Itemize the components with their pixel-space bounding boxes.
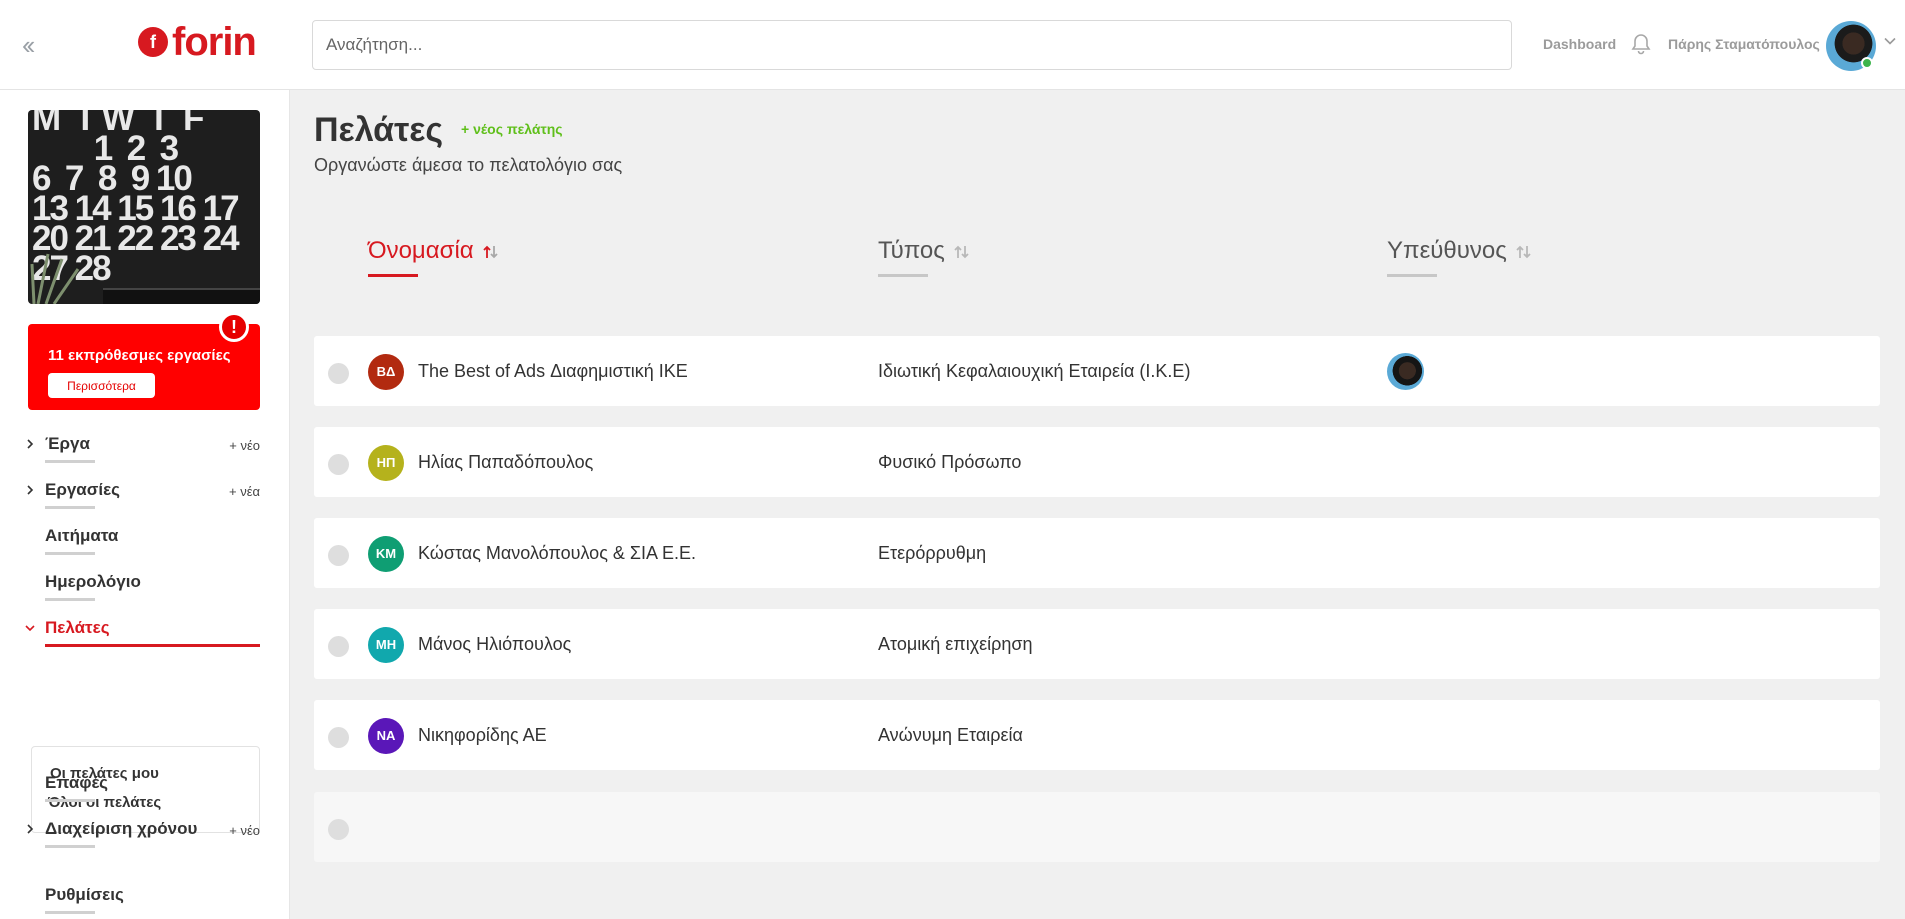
row-checkbox[interactable] bbox=[328, 454, 349, 475]
online-status-icon bbox=[1861, 57, 1873, 69]
client-name[interactable]: Κώστας Μανολόπουλος & ΣΙΑ Ε.Ε. bbox=[418, 543, 696, 564]
chevron-right-icon bbox=[27, 824, 34, 834]
sidebar-item-label: Εργασίες bbox=[45, 480, 121, 499]
user-name[interactable]: Πάρης Σταματόπουλος bbox=[1668, 36, 1820, 52]
sidebar-item-underline bbox=[45, 911, 95, 914]
more-button[interactable]: Περισσότερα bbox=[48, 373, 155, 398]
chevron-right-icon bbox=[27, 439, 34, 449]
client-initials-avatar: ΚΜ bbox=[368, 536, 404, 572]
sidebar-item-label: Ημερολόγιο bbox=[45, 572, 141, 591]
logo-text: forin bbox=[172, 20, 257, 64]
table-row[interactable]: ΚΜ Κώστας Μανολόπουλος & ΣΙΑ Ε.Ε. Ετερόρ… bbox=[314, 518, 1880, 588]
client-type: Ατομική επιχείρηση bbox=[878, 634, 1033, 654]
sidebar-item-calendar[interactable]: Ημερολόγιο bbox=[0, 564, 289, 604]
row-checkbox[interactable] bbox=[328, 363, 349, 384]
page-subtitle: Οργανώστε άμεσα το πελατολόγιο σας bbox=[314, 155, 623, 175]
chevron-down-icon bbox=[25, 625, 35, 632]
client-name[interactable]: Ηλίας Παπαδόπουλος bbox=[418, 452, 593, 473]
column-header-underline bbox=[368, 274, 418, 277]
column-header-name[interactable]: Όνομασία bbox=[368, 237, 500, 277]
calendar-image-screen bbox=[103, 288, 260, 304]
client-type: Ιδιωτική Κεφαλαιουχική Εταιρεία (Ι.Κ.Ε) bbox=[878, 361, 1191, 381]
sidebar-item-label: Διαχείριση χρόνου bbox=[45, 819, 198, 838]
sidebar-item-projects[interactable]: Έργα + νέο bbox=[0, 426, 289, 466]
chevron-right-icon bbox=[27, 485, 34, 495]
sidebar-item-underline bbox=[45, 799, 95, 802]
client-initials-avatar: ΒΔ bbox=[368, 354, 404, 390]
owner-avatar[interactable] bbox=[1387, 353, 1424, 390]
dashboard-link[interactable]: Dashboard bbox=[1543, 36, 1616, 52]
new-task-button[interactable]: + νέα bbox=[229, 484, 260, 499]
new-client-button[interactable]: + νέος πελάτης bbox=[461, 121, 563, 137]
column-header-label: Τύπος bbox=[878, 237, 945, 264]
plant-graphic bbox=[30, 253, 80, 304]
sidebar-item-time-management[interactable]: Διαχείριση χρόνου + νέο bbox=[0, 811, 289, 851]
client-name[interactable]: Μάνος Ηλιόπουλος bbox=[418, 634, 571, 655]
sidebar-item-label: Επαφές bbox=[45, 773, 109, 792]
logo-mark: f bbox=[138, 27, 168, 57]
sidebar: M T W T F 1 2 3 6 7 8 9 10 13 14 15 16 1… bbox=[0, 90, 290, 919]
page-title: Πελάτες bbox=[314, 111, 444, 149]
sidebar-item-underline bbox=[45, 845, 95, 848]
sidebar-item-label: Πελάτες bbox=[45, 618, 110, 637]
client-type: Ανώνυμη Εταιρεία bbox=[878, 725, 1023, 745]
column-header-underline bbox=[878, 274, 928, 277]
sidebar-item-underline bbox=[45, 506, 95, 509]
client-name[interactable]: The Best of Ads Διαφημιστική ΙΚΕ bbox=[418, 361, 688, 382]
sidebar-item-requests[interactable]: Αιτήματα bbox=[0, 518, 289, 558]
sidebar-item-settings[interactable]: Ρυθμίσεις bbox=[0, 877, 289, 917]
search-input[interactable] bbox=[312, 20, 1512, 70]
client-initials-avatar: ΜΗ bbox=[368, 627, 404, 663]
sort-icon[interactable] bbox=[953, 242, 971, 262]
double-chevron-left-icon[interactable]: ‹‹ bbox=[22, 32, 35, 58]
table-row[interactable]: ΒΔ The Best of Ads Διαφημιστική ΙΚΕ Ιδιω… bbox=[314, 336, 1880, 406]
client-initials-avatar: ΗΠ bbox=[368, 445, 404, 481]
sort-icon[interactable] bbox=[1515, 242, 1533, 262]
bell-icon[interactable] bbox=[1629, 32, 1653, 56]
sidebar-item-contacts[interactable]: Επαφές bbox=[0, 765, 289, 805]
column-header-label: Υπεύθυνος bbox=[1387, 237, 1507, 264]
sidebar-item-underline bbox=[45, 598, 95, 601]
column-header-type[interactable]: Τύπος bbox=[878, 237, 971, 277]
alert-icon: ! bbox=[219, 312, 249, 342]
column-header-label: Όνομασία bbox=[368, 237, 474, 264]
client-type: Ετερόρρυθμη bbox=[878, 543, 987, 563]
column-header-underline bbox=[1387, 274, 1437, 277]
sidebar-item-underline bbox=[45, 552, 95, 555]
table-row[interactable]: ΝΑ Νικηφορίδης ΑΕ Ανώνυμη Εταιρεία bbox=[314, 700, 1880, 770]
overdue-tasks-text: 11 εκπρόθεσμες εργασίες bbox=[48, 347, 231, 364]
client-name[interactable]: Νικηφορίδης ΑΕ bbox=[418, 725, 547, 746]
sidebar-item-underline bbox=[45, 460, 95, 463]
chevron-down-icon[interactable] bbox=[1883, 34, 1897, 48]
new-project-button[interactable]: + νέο bbox=[229, 438, 260, 453]
logo[interactable]: f forin bbox=[138, 20, 257, 64]
sidebar-item-label: Ρυθμίσεις bbox=[45, 885, 124, 904]
sidebar-item-clients[interactable]: Πελάτες bbox=[0, 610, 289, 650]
row-checkbox[interactable] bbox=[328, 545, 349, 566]
table-row[interactable]: ΜΗ Μάνος Ηλιόπουλος Ατομική επιχείρηση bbox=[314, 609, 1880, 679]
sidebar-item-underline bbox=[45, 644, 260, 647]
table-row[interactable]: ΗΠ Ηλίας Παπαδόπουλος Φυσικό Πρόσωπο bbox=[314, 427, 1880, 497]
column-header-owner[interactable]: Υπεύθυνος bbox=[1387, 237, 1533, 277]
client-initials-avatar: ΝΑ bbox=[368, 718, 404, 754]
row-checkbox[interactable] bbox=[328, 636, 349, 657]
sort-ascending-icon[interactable] bbox=[482, 242, 500, 262]
row-checkbox[interactable] bbox=[328, 819, 349, 840]
sidebar-item-tasks[interactable]: Εργασίες + νέα bbox=[0, 472, 289, 512]
row-checkbox[interactable] bbox=[328, 727, 349, 748]
sidebar-item-label: Αιτήματα bbox=[45, 526, 119, 545]
client-type: Φυσικό Πρόσωπο bbox=[878, 452, 1022, 472]
top-bar: ‹‹ f forin Dashboard Πάρης Σταματόπουλος bbox=[0, 0, 1905, 90]
calendar-image: M T W T F 1 2 3 6 7 8 9 10 13 14 15 16 1… bbox=[28, 110, 260, 304]
new-time-entry-button[interactable]: + νέο bbox=[229, 823, 260, 838]
sidebar-item-label: Έργα bbox=[45, 434, 90, 453]
table-row-placeholder bbox=[314, 792, 1880, 862]
